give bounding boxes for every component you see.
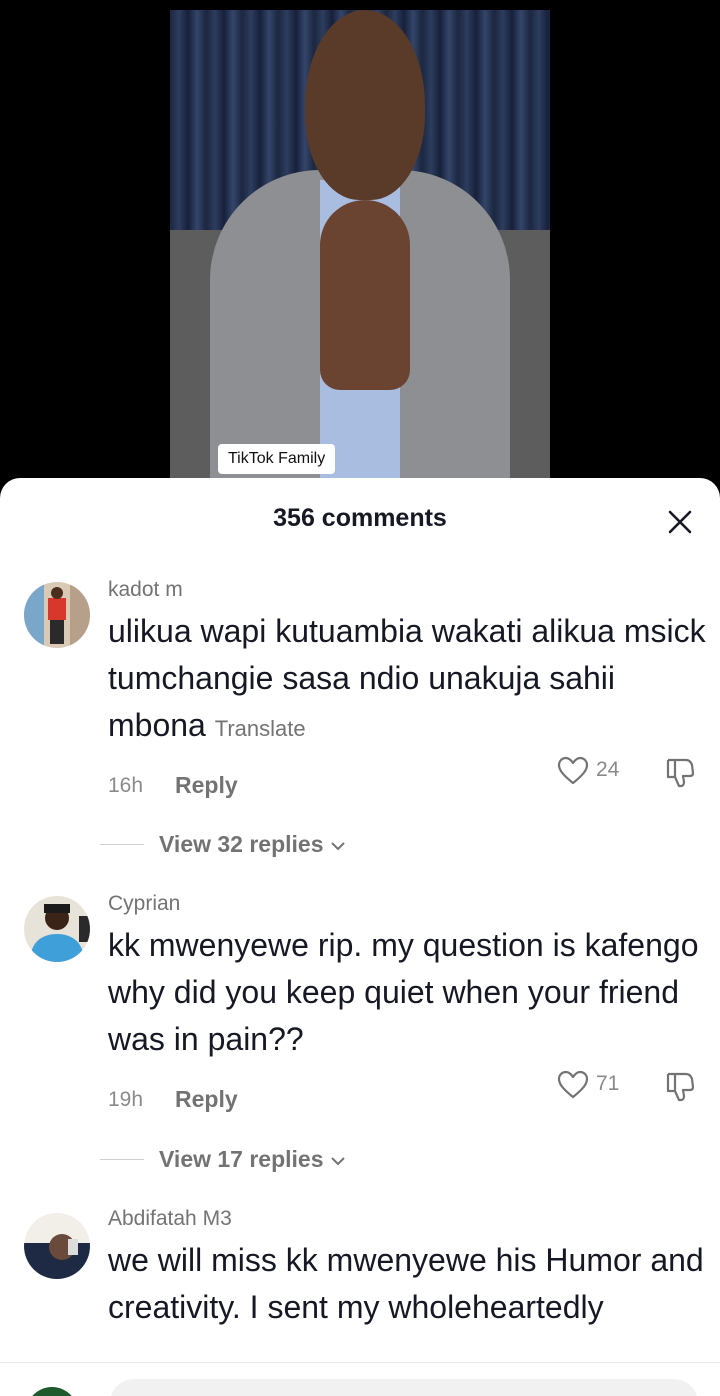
comment-text-body: ulikua wapi kutuambia wakati alikua msic…: [108, 613, 706, 743]
view-replies-button[interactable]: View 17 replies: [159, 1146, 346, 1173]
avatar[interactable]: [24, 896, 90, 962]
comment-text: ulikua wapi kutuambia wakati alikua msic…: [108, 608, 708, 752]
view-replies-label: View 32 replies: [159, 831, 324, 857]
chevron-down-icon: [331, 1157, 345, 1166]
comment-time: 16h: [108, 774, 144, 797]
divider: [100, 1159, 144, 1160]
video-frame: [170, 10, 550, 500]
thumbs-down-icon[interactable]: [664, 756, 696, 788]
video-player[interactable]: TikTok Family: [0, 0, 720, 500]
divider: [100, 844, 144, 845]
avatar[interactable]: [24, 582, 90, 648]
comment-username[interactable]: Cyprian: [108, 892, 180, 916]
avatar: [26, 1387, 78, 1396]
video-person-head: [305, 10, 425, 200]
comment-username[interactable]: Abdifatah M3: [108, 1207, 232, 1231]
like-count: 24: [596, 758, 620, 781]
like-count: 71: [596, 1072, 620, 1095]
close-icon[interactable]: [664, 506, 696, 538]
view-replies-label: View 17 replies: [159, 1146, 324, 1172]
comment-username[interactable]: kadot m: [108, 578, 183, 602]
chevron-down-icon: [331, 842, 345, 851]
comment-input-bar: [0, 1362, 720, 1396]
heart-icon[interactable]: [557, 756, 589, 786]
comment-text: we will miss kk mwenyewe his Humor and c…: [108, 1242, 704, 1325]
comment-text: kk mwenyewe rip. my question is kafengo …: [108, 927, 699, 1057]
heart-icon[interactable]: [557, 1070, 589, 1100]
caption-badge: TikTok Family: [218, 444, 336, 474]
thumbs-down-icon[interactable]: [664, 1070, 696, 1102]
video-person-hands: [320, 200, 410, 390]
comment-time: 19h: [108, 1088, 144, 1111]
reply-button[interactable]: Reply: [175, 772, 238, 799]
view-replies-button[interactable]: View 32 replies: [159, 831, 346, 858]
translate-link[interactable]: Translate: [215, 716, 306, 741]
avatar[interactable]: [24, 1213, 90, 1279]
reply-button[interactable]: Reply: [175, 1086, 238, 1113]
comments-sheet: 356 comments kadot m ulikua wapi kutuamb…: [0, 478, 720, 1396]
comments-count-title: 356 comments: [273, 504, 447, 532]
comment-input[interactable]: [110, 1379, 698, 1396]
